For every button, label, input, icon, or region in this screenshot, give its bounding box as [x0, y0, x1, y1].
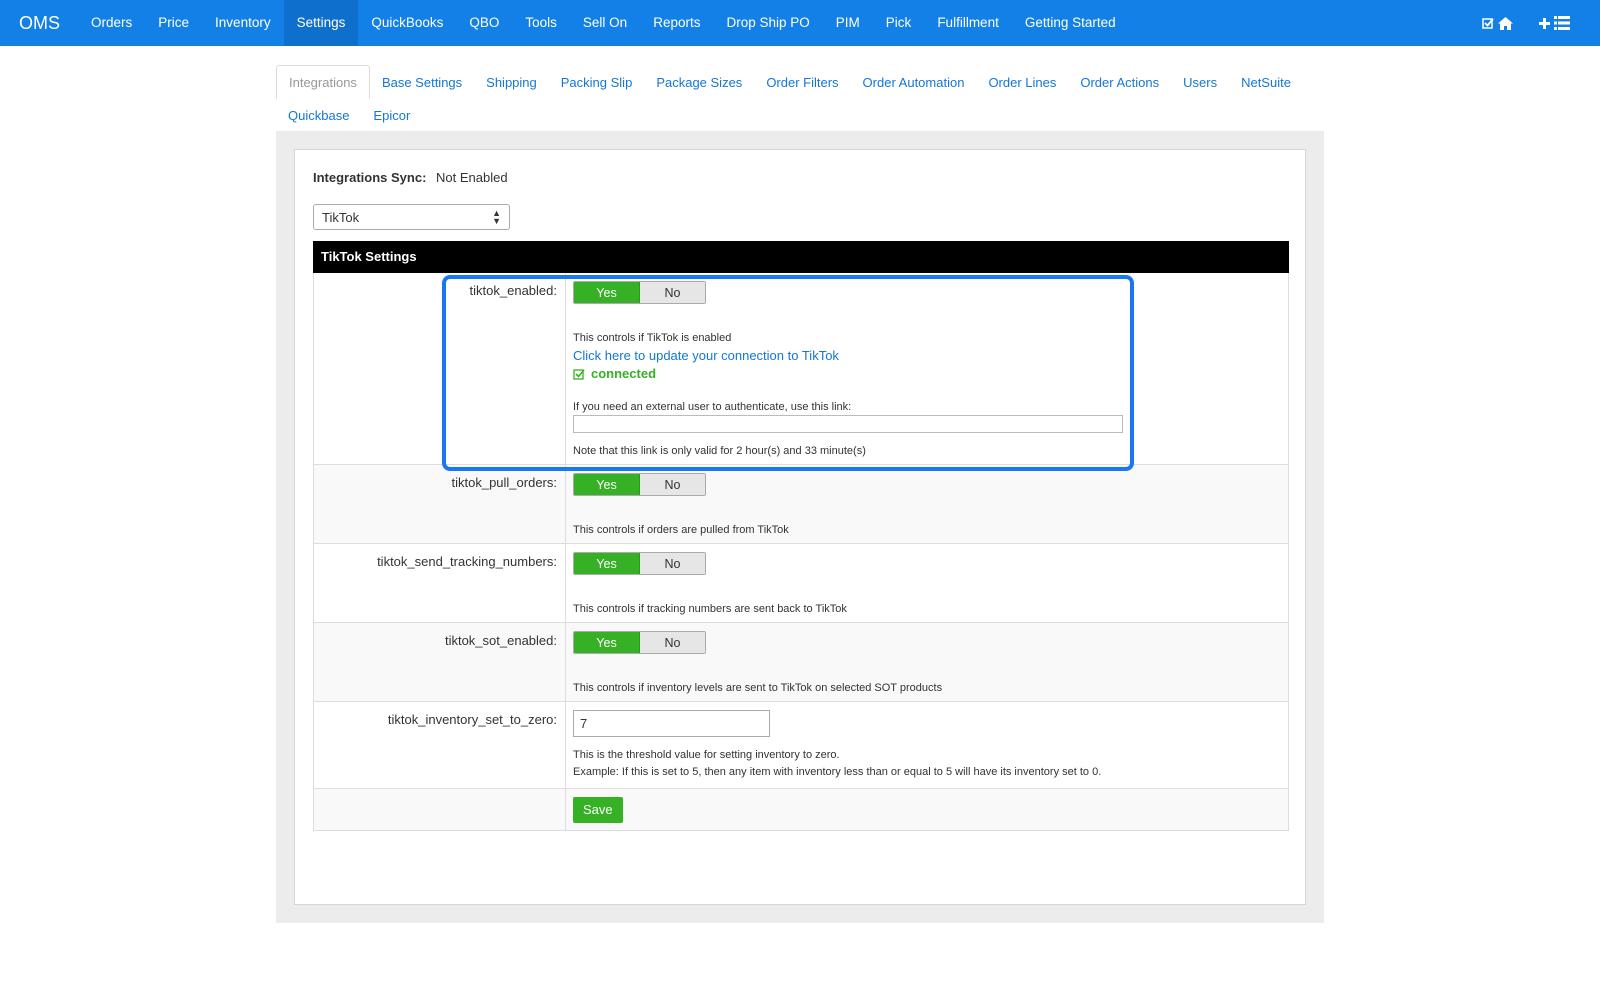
nav-item-orders[interactable]: Orders	[78, 0, 145, 46]
pull-orders-description: This controls if orders are pulled from …	[573, 524, 789, 536]
list-icon	[1554, 16, 1570, 30]
nav-item-drop-ship-po[interactable]: Drop Ship PO	[713, 0, 822, 46]
nav-right-icons	[1482, 0, 1570, 46]
nav-item-quickbooks[interactable]: QuickBooks	[358, 0, 456, 46]
tab-order-filters[interactable]: Order Filters	[754, 65, 850, 99]
inventory-zero-description: This is the threshold value for setting …	[573, 749, 840, 761]
setting-label: tiktok_inventory_set_to_zero:	[314, 702, 566, 788]
setting-row-save: Save	[314, 789, 1288, 831]
nav-item-inventory[interactable]: Inventory	[202, 0, 284, 46]
tab-base-settings[interactable]: Base Settings	[370, 65, 474, 99]
tab-users[interactable]: Users	[1171, 65, 1229, 99]
plus-icon	[1539, 17, 1550, 29]
external-link-label: If you need an external user to authenti…	[573, 401, 852, 413]
enabled-no-button[interactable]: No	[640, 282, 705, 303]
sync-label: Integrations Sync:	[313, 170, 427, 185]
save-cell: Save	[566, 789, 1288, 830]
nav-menu: Orders Price Inventory Settings QuickBoo…	[78, 0, 1129, 46]
check-square-icon	[1482, 18, 1494, 29]
integrations-sync-status: Integrations Sync: Not Enabled	[313, 170, 508, 185]
save-button[interactable]: Save	[573, 797, 623, 823]
select-arrows-icon: ▲ ▼	[492, 208, 501, 226]
tab-row-1: Integrations Base Settings Shipping Pack…	[276, 65, 1324, 99]
update-connection-link[interactable]: Click here to update your connection to …	[573, 348, 1288, 363]
tab-epicor[interactable]: Epicor	[361, 99, 422, 131]
setting-label: tiktok_pull_orders:	[314, 465, 566, 543]
integrations-panel: Integrations Sync: Not Enabled TikTok ▲ ▼…	[294, 149, 1306, 905]
tab-shipping[interactable]: Shipping	[474, 65, 549, 99]
add-list-link[interactable]	[1539, 16, 1570, 30]
setting-value: 7 This is the threshold value for settin…	[566, 702, 1288, 788]
send-tracking-no-button[interactable]: No	[640, 553, 705, 574]
content-area: Integrations Sync: Not Enabled TikTok ▲ ▼…	[276, 131, 1324, 923]
link-validity-note: Note that this link is only valid for 2 …	[573, 445, 866, 457]
integration-select[interactable]: TikTok ▲ ▼	[313, 204, 510, 230]
setting-row-send-tracking: tiktok_send_tracking_numbers: Yes No Thi…	[314, 544, 1288, 623]
external-auth-link-input[interactable]	[573, 415, 1123, 433]
tab-quickbase[interactable]: Quickbase	[276, 99, 361, 131]
tab-order-automation[interactable]: Order Automation	[851, 65, 977, 99]
sot-enabled-description: This controls if inventory levels are se…	[573, 682, 943, 694]
tab-row-2: Quickbase Epicor	[276, 99, 1324, 131]
setting-value: Yes No This controls if inventory levels…	[566, 623, 1288, 701]
send-tracking-toggle: Yes No	[573, 552, 706, 575]
sot-enabled-yes-button[interactable]: Yes	[574, 632, 640, 653]
settings-tabs: Integrations Base Settings Shipping Pack…	[276, 65, 1324, 131]
send-tracking-yes-button[interactable]: Yes	[574, 553, 640, 574]
enabled-description: This controls if TikTok is enabled	[573, 332, 732, 344]
tab-order-lines[interactable]: Order Lines	[976, 65, 1068, 99]
nav-item-getting-started[interactable]: Getting Started	[1012, 0, 1129, 46]
pull-orders-no-button[interactable]: No	[640, 474, 705, 495]
nav-item-sell-on[interactable]: Sell On	[570, 0, 640, 46]
sot-enabled-toggle: Yes No	[573, 631, 706, 654]
empty-label-cell	[314, 789, 566, 830]
inventory-zero-example: Example: If this is set to 5, then any i…	[573, 766, 1102, 778]
integration-select-value: TikTok	[322, 209, 360, 225]
setting-row-inventory-zero: tiktok_inventory_set_to_zero: 7 This is …	[314, 702, 1288, 789]
pull-orders-yes-button[interactable]: Yes	[574, 474, 640, 495]
sot-enabled-no-button[interactable]: No	[640, 632, 705, 653]
tasks-home-link[interactable]	[1482, 16, 1513, 30]
connection-status-text: connected	[591, 366, 657, 381]
setting-label: tiktok_send_tracking_numbers:	[314, 544, 566, 622]
setting-value: Yes No This controls if orders are pulle…	[566, 465, 1288, 543]
check-square-icon	[573, 368, 585, 380]
nav-item-reports[interactable]: Reports	[640, 0, 713, 46]
setting-row-sot-enabled: tiktok_sot_enabled: Yes No This controls…	[314, 623, 1288, 702]
nav-item-pick[interactable]: Pick	[873, 0, 925, 46]
tab-integrations[interactable]: Integrations	[276, 65, 370, 99]
tab-netsuite[interactable]: NetSuite	[1229, 65, 1303, 99]
home-icon	[1498, 16, 1513, 30]
settings-header: TikTok Settings	[313, 241, 1289, 273]
setting-value: Yes No This controls if TikTok is enable…	[566, 273, 1288, 464]
connection-status: connected	[573, 366, 1288, 381]
tab-packing-slip[interactable]: Packing Slip	[549, 65, 645, 99]
enabled-toggle: Yes No	[573, 281, 706, 304]
setting-row-enabled: tiktok_enabled: Yes No This controls if …	[314, 273, 1288, 465]
setting-row-pull-orders: tiktok_pull_orders: Yes No This controls…	[314, 465, 1288, 544]
setting-value: Yes No This controls if tracking numbers…	[566, 544, 1288, 622]
brand-logo[interactable]: OMS	[0, 0, 78, 46]
nav-item-tools[interactable]: Tools	[512, 0, 570, 46]
settings-table: tiktok_enabled: Yes No This controls if …	[313, 273, 1289, 831]
pull-orders-toggle: Yes No	[573, 473, 706, 496]
setting-label: tiktok_sot_enabled:	[314, 623, 566, 701]
top-navbar: OMS Orders Price Inventory Settings Quic…	[0, 0, 1600, 46]
nav-item-qbo[interactable]: QBO	[456, 0, 512, 46]
setting-label: tiktok_enabled:	[314, 273, 566, 464]
nav-item-settings[interactable]: Settings	[283, 0, 359, 46]
send-tracking-description: This controls if tracking numbers are se…	[573, 603, 847, 615]
tab-order-actions[interactable]: Order Actions	[1068, 65, 1171, 99]
sync-value: Not Enabled	[436, 170, 508, 185]
enabled-yes-button[interactable]: Yes	[574, 282, 640, 303]
tab-package-sizes[interactable]: Package Sizes	[644, 65, 754, 99]
nav-item-fulfillment[interactable]: Fulfillment	[924, 0, 1012, 46]
nav-item-pim[interactable]: PIM	[823, 0, 873, 46]
nav-item-price[interactable]: Price	[145, 0, 202, 46]
inventory-threshold-input[interactable]: 7	[573, 710, 770, 737]
